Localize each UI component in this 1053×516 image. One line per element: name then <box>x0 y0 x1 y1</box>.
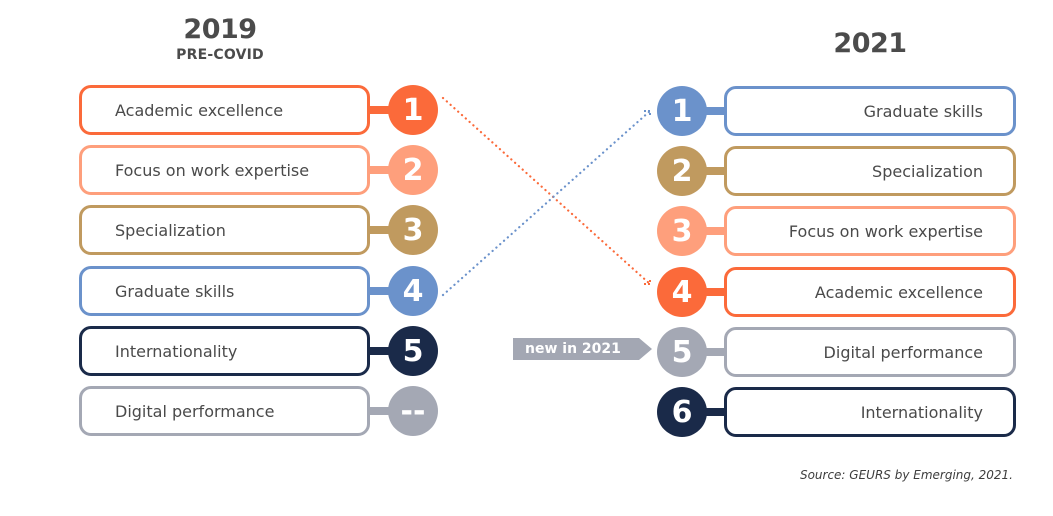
criterion-label: Digital performance <box>823 342 983 362</box>
rank-row-specialization: Specialization 3 <box>79 205 439 255</box>
criterion-label: Focus on work expertise <box>115 160 310 180</box>
arrowhead-icon <box>644 110 651 117</box>
rank-row-digital-performance: Digital performance -- <box>79 386 439 436</box>
criterion-box: Academic excellence <box>79 85 370 135</box>
criterion-label: Graduate skills <box>115 281 235 301</box>
rank-badge: 5 <box>657 327 707 377</box>
rank-badge: 5 <box>388 326 438 376</box>
rank-row-digital-performance: Digital performance 5 <box>657 327 1019 377</box>
criterion-label: Academic excellence <box>814 282 983 302</box>
rank-badge: 4 <box>388 266 438 316</box>
criterion-box: Internationality <box>724 387 1016 437</box>
rank-badge: -- <box>388 386 438 436</box>
rank-row-focus-on-work-expertise: Focus on work expertise 3 <box>657 206 1019 256</box>
rank-row-internationality: Internationality 6 <box>657 387 1019 437</box>
rank-badge: 2 <box>657 146 707 196</box>
criterion-box: Digital performance <box>724 327 1016 377</box>
criterion-label: Internationality <box>115 341 238 361</box>
header-2021: 2021 <box>810 28 930 59</box>
rank-badge: 6 <box>657 387 707 437</box>
rank-row-internationality: Internationality 5 <box>79 326 439 376</box>
new-in-2021-label: new in 2021 <box>525 341 621 357</box>
year-2021-title: 2021 <box>833 28 907 59</box>
criterion-box: Focus on work expertise <box>79 145 370 195</box>
rank-badge: 3 <box>388 205 438 255</box>
criterion-label: Internationality <box>860 402 983 422</box>
criterion-box: Graduate skills <box>724 86 1016 136</box>
criterion-box: Academic excellence <box>724 267 1016 317</box>
criterion-label: Specialization <box>872 161 983 181</box>
rank-row-specialization: Specialization 2 <box>657 146 1019 196</box>
rank-badge: 3 <box>657 206 707 256</box>
criterion-box: Specialization <box>724 146 1016 196</box>
criterion-label: Specialization <box>115 220 226 240</box>
year-2019-title: 2019 <box>183 14 257 45</box>
move-arrow-academic-excellence <box>441 96 652 286</box>
source-note: Source: GEURS by Emerging, 2021. <box>799 468 1013 482</box>
header-2019: 2019 PRE-COVID <box>160 14 280 63</box>
rank-badge: 2 <box>388 145 438 195</box>
pre-covid-subtitle: PRE-COVID <box>176 47 264 63</box>
connectors <box>441 96 652 297</box>
criterion-box: Focus on work expertise <box>724 206 1016 256</box>
arrowhead-icon <box>644 278 651 285</box>
rank-row-focus-on-work-expertise: Focus on work expertise 2 <box>79 145 439 195</box>
criterion-box: Graduate skills <box>79 266 370 316</box>
criterion-label: Graduate skills <box>863 101 983 121</box>
rank-row-academic-excellence: Academic excellence 4 <box>657 267 1019 317</box>
rank-badge: 1 <box>388 85 438 135</box>
criterion-box: Digital performance <box>79 386 370 436</box>
move-arrow-graduate-skills <box>441 109 652 297</box>
criterion-box: Specialization <box>79 205 370 255</box>
criterion-label: Focus on work expertise <box>788 221 983 241</box>
rank-badge: 4 <box>657 267 707 317</box>
criterion-label: Academic excellence <box>115 100 284 120</box>
rank-row-academic-excellence: Academic excellence 1 <box>79 85 439 135</box>
rank-badge: 1 <box>657 86 707 136</box>
criterion-label: Digital performance <box>115 401 275 421</box>
new-in-2021-tag: new in 2021 <box>513 338 652 360</box>
rank-row-graduate-skills: Graduate skills 1 <box>657 86 1019 136</box>
criterion-box: Internationality <box>79 326 370 376</box>
rank-row-graduate-skills: Graduate skills 4 <box>79 266 439 316</box>
